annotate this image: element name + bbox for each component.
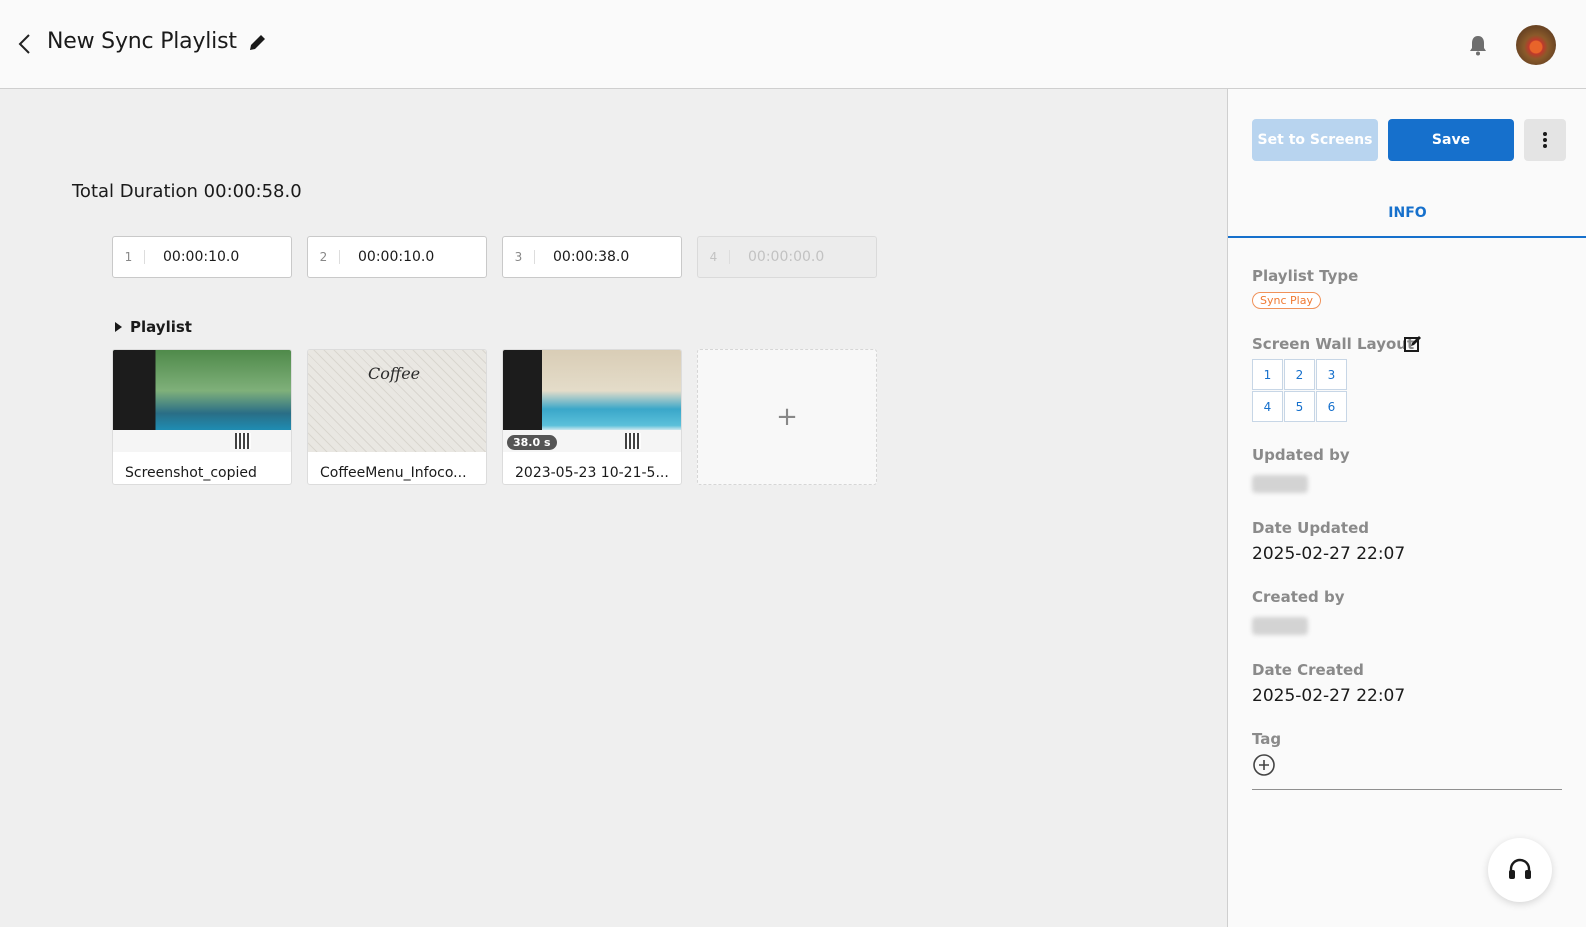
more-vertical-icon (1543, 132, 1547, 148)
page-title: New Sync Playlist (47, 29, 237, 54)
set-to-screens-button[interactable]: Set to Screens (1252, 119, 1378, 161)
edit-square-icon[interactable] (1403, 334, 1423, 354)
updated-by-label: Updated by (1252, 446, 1350, 464)
qr-code-icon (625, 433, 641, 449)
duration-badge: 38.0 s (507, 435, 557, 450)
duration-value: 00:00:38.0 (553, 249, 630, 265)
tag-label: Tag (1252, 730, 1282, 748)
layout-cell-5[interactable]: 5 (1284, 391, 1315, 422)
headset-icon (1509, 858, 1531, 879)
layout-cell-2[interactable]: 2 (1284, 359, 1315, 390)
playlist-type-badge: Sync Play (1252, 292, 1321, 309)
duration-field-4: 4 00:00:00.0 (697, 236, 877, 278)
back-arrow-icon[interactable] (14, 30, 38, 58)
bell-icon[interactable] (1466, 33, 1490, 57)
qr-code-icon (235, 433, 251, 449)
duration-value: 00:00:10.0 (163, 249, 240, 265)
add-content-button[interactable]: + (697, 349, 877, 485)
tab-info[interactable]: INFO (1228, 190, 1586, 238)
duration-field-2[interactable]: 2 00:00:10.0 (307, 236, 487, 278)
duration-value: 00:00:10.0 (358, 249, 435, 265)
created-by-value-redacted (1252, 617, 1308, 635)
content-thumbnail: Coffee (308, 350, 486, 452)
more-button[interactable] (1524, 119, 1566, 161)
layout-cell-1[interactable]: 1 (1252, 359, 1283, 390)
screen-wall-layout-label: Screen Wall Layout (1252, 335, 1415, 353)
layout-cell-6[interactable]: 6 (1316, 391, 1347, 422)
main-area: Total Duration 00:00:58.0 1 00:00:10.0 2… (0, 89, 1227, 927)
item-name: Screenshot_copied (125, 465, 257, 481)
item-name: CoffeeMenu_Infoco... (320, 465, 467, 481)
info-panel: Set to Screens Save INFO Playlist Type S… (1227, 89, 1586, 927)
header-bar: New Sync Playlist (0, 0, 1586, 89)
duration-value: 00:00:00.0 (748, 249, 825, 265)
duration-index: 4 (698, 250, 730, 264)
pencil-icon[interactable] (246, 32, 268, 54)
avatar[interactable] (1516, 25, 1556, 65)
duration-field-1[interactable]: 1 00:00:10.0 (112, 236, 292, 278)
updated-by-value-redacted (1252, 475, 1308, 493)
date-updated-value: 2025-02-27 22:07 (1252, 544, 1406, 564)
duration-field-3[interactable]: 3 00:00:38.0 (502, 236, 682, 278)
playlist-type-label: Playlist Type (1252, 267, 1359, 285)
duration-index: 1 (113, 250, 145, 264)
layout-cell-3[interactable]: 3 (1316, 359, 1347, 390)
playlist-toggle[interactable]: Playlist (115, 318, 192, 336)
date-created-value: 2025-02-27 22:07 (1252, 686, 1406, 706)
layout-cell-4[interactable]: 4 (1252, 391, 1283, 422)
total-duration: Total Duration 00:00:58.0 (72, 181, 302, 202)
playlist-item-1[interactable]: Screenshot_copied (112, 349, 292, 485)
thumbnail-footer (113, 430, 291, 452)
content-thumbnail (113, 350, 291, 452)
playlist-item-3[interactable]: 38.0 s 2023-05-23 10-21-5... (502, 349, 682, 485)
playlist-label: Playlist (130, 318, 192, 336)
duration-index: 3 (503, 250, 535, 264)
support-button[interactable] (1488, 838, 1552, 902)
tag-divider (1252, 789, 1562, 790)
duration-index: 2 (308, 250, 340, 264)
save-button[interactable]: Save (1388, 119, 1514, 161)
created-by-label: Created by (1252, 588, 1345, 606)
thumbnail-text: Coffee (368, 364, 421, 383)
content-thumbnail: 38.0 s (503, 350, 681, 452)
screen-wall-grid: 1 2 3 4 5 6 (1252, 359, 1347, 422)
date-updated-label: Date Updated (1252, 519, 1369, 537)
item-name: 2023-05-23 10-21-5... (515, 465, 669, 481)
date-created-label: Date Created (1252, 661, 1364, 679)
triangle-right-icon (115, 322, 122, 332)
playlist-item-2[interactable]: Coffee CoffeeMenu_Infoco... (307, 349, 487, 485)
plus-circle-icon[interactable] (1252, 753, 1276, 777)
